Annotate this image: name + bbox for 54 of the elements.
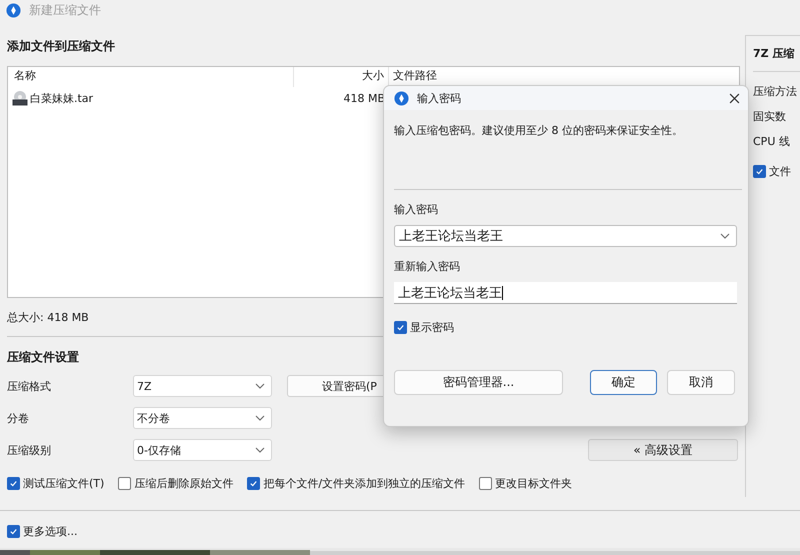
option-label: 更多选项... <box>23 524 78 539</box>
panel-heading: 7Z 压缩 <box>753 46 796 61</box>
checkbox[interactable] <box>7 525 20 538</box>
checkmark-icon <box>755 167 764 176</box>
app-logo-icon <box>394 90 409 106</box>
checkbox[interactable] <box>753 165 766 178</box>
field-label: 重新输入密码 <box>394 259 461 275</box>
dropdown[interactable]: 0-仅存储 <box>133 439 272 461</box>
field-label: 压缩级别 <box>7 442 52 458</box>
checkbox[interactable] <box>394 321 407 334</box>
column-header[interactable]: 文件路径 <box>389 67 437 87</box>
option-label: 显示密码 <box>410 320 454 335</box>
field-label: 输入密码 <box>394 202 439 218</box>
dialog-button[interactable]: 密码管理器... <box>394 370 563 395</box>
checkbox[interactable] <box>118 477 132 490</box>
checkmark-icon <box>249 479 258 488</box>
dropdown[interactable]: 不分卷 <box>133 407 272 429</box>
checkmark-icon <box>9 527 18 536</box>
option-label: 压缩后删除原始文件 <box>134 476 234 491</box>
section-heading: 添加文件到压缩文件 <box>7 38 116 54</box>
checkbox[interactable] <box>247 477 260 490</box>
column-header[interactable]: 名称 <box>8 67 294 87</box>
dropdown[interactable]: 7Z <box>133 375 272 397</box>
archive-file-icon <box>12 90 28 106</box>
option-label: 把每个文件/文件夹添加到独立的压缩文件 <box>263 476 466 491</box>
checkmark-icon <box>396 323 405 332</box>
chevron-down-icon <box>255 415 265 421</box>
password-field[interactable]: 上老王论坛当老王 <box>394 282 737 304</box>
dialog-message: 输入压缩包密码。建议使用至少 8 位的密码来保证安全性。 <box>394 123 684 138</box>
advanced-settings-button[interactable]: « 高级设置 <box>588 439 738 461</box>
app-logo-icon <box>6 2 21 18</box>
option-label: 测试压缩文件(T) <box>23 476 104 491</box>
checkbox[interactable] <box>479 477 492 490</box>
section-heading: 压缩文件设置 <box>7 349 80 365</box>
setting-label: 固实数 <box>753 109 787 125</box>
window-title: 新建压缩文件 <box>29 2 101 18</box>
option-label: 文件 <box>769 164 791 179</box>
chevron-down-icon <box>720 233 730 239</box>
total-size: 总大小: 418 MB <box>7 310 90 326</box>
field-label: 压缩格式 <box>7 378 52 394</box>
chevron-down-icon <box>255 447 265 453</box>
dialog-button[interactable]: 取消 <box>667 370 735 395</box>
field-label: 分卷 <box>7 410 30 426</box>
setting-label: CPU 线 <box>753 134 791 150</box>
checkbox[interactable] <box>7 477 20 490</box>
password-field[interactable]: 上老王论坛当老王 <box>394 225 737 247</box>
chevron-down-icon <box>255 383 265 389</box>
dialog-title: 输入密码 <box>417 90 461 106</box>
dialog-button[interactable]: 确定 <box>590 370 657 395</box>
setting-label: 压缩方法 <box>753 84 798 100</box>
checkmark-icon <box>9 479 18 488</box>
file-name[interactable]: 白菜妹妹.tar <box>30 90 94 106</box>
close-icon[interactable] <box>729 92 740 104</box>
option-label: 更改目标文件夹 <box>495 476 572 491</box>
